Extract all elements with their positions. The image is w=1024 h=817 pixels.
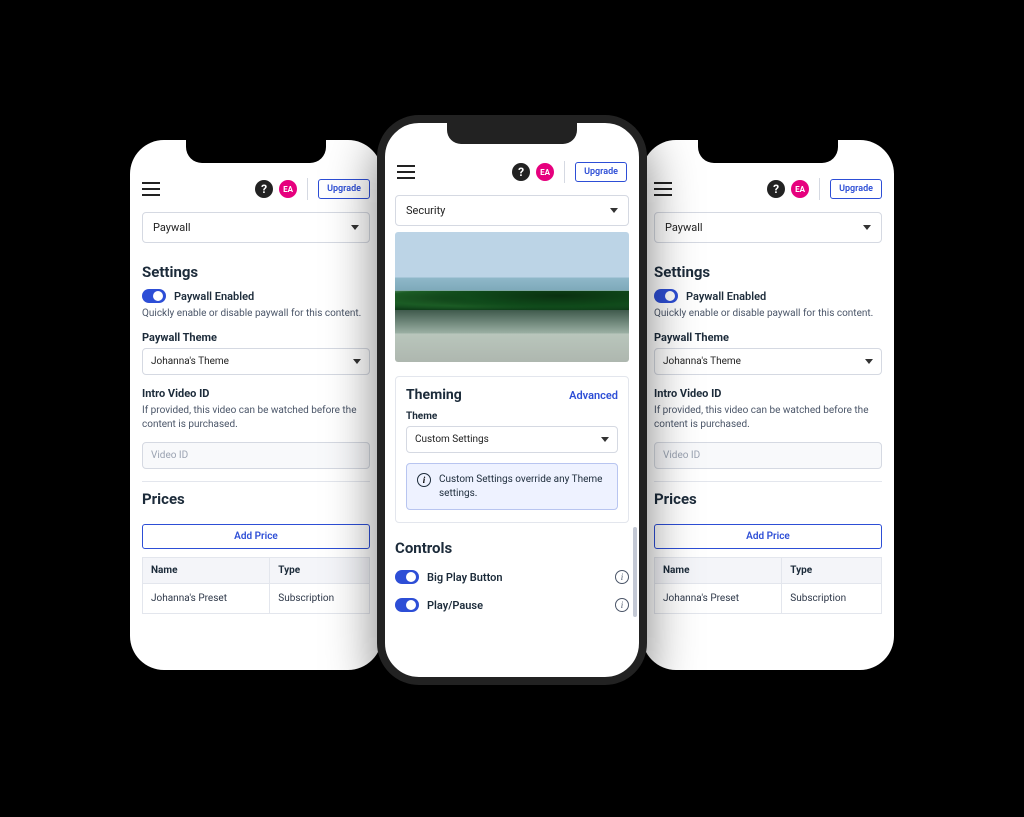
cell-name: Johanna's Preset — [655, 584, 782, 614]
theme-value: Custom Settings — [415, 434, 489, 445]
advanced-link[interactable]: Advanced — [569, 389, 618, 402]
toggle-hint: Quickly enable or disable paywall for th… — [654, 307, 882, 321]
chevron-down-icon — [610, 208, 618, 213]
page-select[interactable]: Security — [395, 195, 629, 226]
info-icon: i — [417, 473, 431, 487]
phone-left: ? EA Upgrade Paywall Settings Paywall En… — [130, 140, 382, 670]
control-label: Big Play Button — [427, 571, 607, 584]
intro-video-input[interactable]: Video ID — [142, 442, 370, 469]
divider — [819, 178, 820, 200]
cell-type: Subscription — [782, 584, 882, 614]
table-header-row: Name Type — [143, 558, 370, 584]
page-select-value: Paywall — [665, 221, 703, 234]
avatar[interactable]: EA — [536, 163, 554, 181]
prices-table: Name Type Johanna's Preset Subscription — [654, 557, 882, 614]
table-row[interactable]: Johanna's Preset Subscription — [143, 584, 370, 614]
divider — [564, 161, 565, 183]
prices-title: Prices — [654, 490, 882, 508]
chevron-down-icon — [865, 359, 873, 364]
theme-label: Theme — [406, 411, 618, 422]
toggle-hint: Quickly enable or disable paywall for th… — [142, 307, 370, 321]
phone-right: ? EA Upgrade Paywall Settings Paywall En… — [642, 140, 894, 670]
prices-title: Prices — [142, 490, 370, 508]
intro-video-placeholder: Video ID — [151, 450, 188, 461]
intro-video-label: Intro Video ID — [654, 387, 882, 400]
table-row[interactable]: Johanna's Preset Subscription — [655, 584, 882, 614]
page-select-value: Security — [406, 204, 445, 217]
intro-video-placeholder: Video ID — [663, 450, 700, 461]
theme-select[interactable]: Custom Settings — [406, 426, 618, 453]
chevron-down-icon — [863, 225, 871, 230]
upgrade-button[interactable]: Upgrade — [318, 179, 370, 199]
info-icon[interactable]: i — [615, 598, 629, 612]
topbar: ? EA Upgrade — [385, 157, 639, 189]
help-icon[interactable]: ? — [255, 180, 273, 198]
control-label: Play/Pause — [427, 599, 607, 612]
page-select[interactable]: Paywall — [142, 212, 370, 243]
col-type: Type — [270, 558, 370, 584]
play-pause-toggle[interactable] — [395, 598, 419, 612]
add-price-button[interactable]: Add Price — [142, 524, 370, 549]
control-row: Play/Pause i — [395, 591, 629, 619]
info-banner: i Custom Settings override any Theme set… — [406, 463, 618, 510]
toggle-label: Paywall Enabled — [174, 290, 254, 303]
intro-video-input[interactable]: Video ID — [654, 442, 882, 469]
info-text: Custom Settings override any Theme setti… — [439, 473, 607, 500]
notch — [447, 122, 577, 144]
paywall-theme-value: Johanna's Theme — [663, 356, 741, 367]
info-icon[interactable]: i — [615, 570, 629, 584]
settings-title: Settings — [142, 263, 370, 281]
chevron-down-icon — [351, 225, 359, 230]
col-type: Type — [782, 558, 882, 584]
big-play-button-toggle[interactable] — [395, 570, 419, 584]
notch — [698, 140, 838, 163]
paywall-theme-value: Johanna's Theme — [151, 356, 229, 367]
phone-center: ? EA Upgrade Security Theming Advanced T… — [377, 115, 647, 685]
toggle-label: Paywall Enabled — [686, 290, 766, 303]
prices-table: Name Type Johanna's Preset Subscription — [142, 557, 370, 614]
control-row: Big Play Button i — [395, 563, 629, 591]
paywall-theme-label: Paywall Theme — [654, 331, 882, 344]
col-name: Name — [143, 558, 270, 584]
avatar[interactable]: EA — [791, 180, 809, 198]
topbar: ? EA Upgrade — [642, 174, 894, 206]
upgrade-button[interactable]: Upgrade — [575, 162, 627, 182]
cell-name: Johanna's Preset — [143, 584, 270, 614]
notch — [186, 140, 326, 163]
help-icon[interactable]: ? — [767, 180, 785, 198]
upgrade-button[interactable]: Upgrade — [830, 179, 882, 199]
intro-video-label: Intro Video ID — [142, 387, 370, 400]
controls-title: Controls — [395, 539, 629, 557]
theming-card: Theming Advanced Theme Custom Settings i… — [395, 376, 629, 523]
paywall-theme-label: Paywall Theme — [142, 331, 370, 344]
chevron-down-icon — [601, 437, 609, 442]
cell-type: Subscription — [270, 584, 370, 614]
theming-title: Theming — [406, 387, 462, 403]
menu-icon[interactable] — [654, 182, 672, 196]
paywall-theme-select[interactable]: Johanna's Theme — [142, 348, 370, 375]
intro-video-hint: If provided, this video can be watched b… — [654, 404, 882, 432]
settings-title: Settings — [654, 263, 882, 281]
preview-image — [395, 232, 629, 362]
paywall-enabled-toggle[interactable] — [142, 289, 166, 303]
col-name: Name — [655, 558, 782, 584]
chevron-down-icon — [353, 359, 361, 364]
add-price-button[interactable]: Add Price — [654, 524, 882, 549]
page-select-value: Paywall — [153, 221, 191, 234]
paywall-enabled-toggle[interactable] — [654, 289, 678, 303]
page-select[interactable]: Paywall — [654, 212, 882, 243]
help-icon[interactable]: ? — [512, 163, 530, 181]
scrollbar[interactable] — [633, 527, 637, 617]
intro-video-hint: If provided, this video can be watched b… — [142, 404, 370, 432]
menu-icon[interactable] — [397, 165, 415, 179]
paywall-theme-select[interactable]: Johanna's Theme — [654, 348, 882, 375]
topbar: ? EA Upgrade — [130, 174, 382, 206]
menu-icon[interactable] — [142, 182, 160, 196]
table-header-row: Name Type — [655, 558, 882, 584]
avatar[interactable]: EA — [279, 180, 297, 198]
divider — [307, 178, 308, 200]
